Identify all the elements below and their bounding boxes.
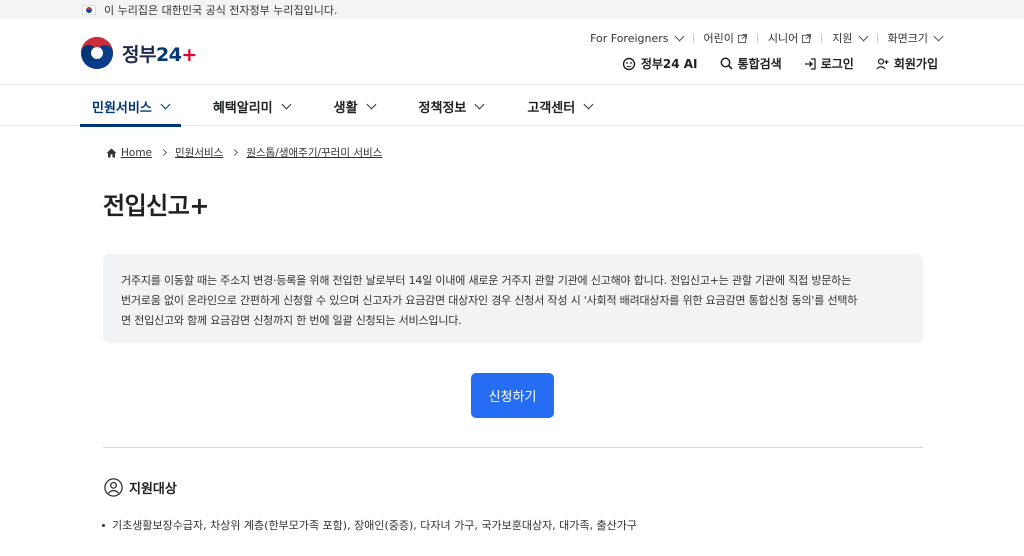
section-title: 지원대상	[129, 482, 177, 497]
breadcrumb-home[interactable]: Home	[121, 147, 152, 159]
utility-top-menu: For Foreigners 어린이 시니어 지원 화면크기	[590, 30, 944, 46]
site-logo[interactable]: 정부24+	[80, 36, 197, 70]
user-add-icon	[876, 57, 889, 69]
chevron-down-icon	[674, 31, 684, 41]
taegeuk-logo-icon	[80, 36, 114, 70]
util-children[interactable]: 어린이	[704, 30, 747, 46]
util-support[interactable]: 지원	[832, 30, 868, 46]
gov-banner-text: 이 누리집은 대한민국 공식 전자정부 누리집입니다.	[104, 3, 338, 17]
chevron-right-icon	[159, 148, 168, 157]
chevron-down-icon	[474, 99, 485, 109]
gov-banner: 이 누리집은 대한민국 공식 전자정부 누리집입니다.	[0, 0, 1024, 19]
external-link-icon	[737, 33, 747, 43]
signup-button[interactable]: 회원가입	[876, 55, 938, 72]
nav-benefit-alert[interactable]: 혜택알리미	[201, 86, 302, 126]
logo-plus: +	[181, 43, 197, 66]
section-heading-eligibility: 지원대상	[104, 478, 177, 497]
apply-button[interactable]: 신청하기	[471, 373, 554, 418]
ai-icon	[622, 57, 636, 70]
home-icon	[106, 148, 117, 157]
chevron-down-icon	[366, 99, 376, 109]
description-line: 번거로움 없이 온라인으로 간편하게 신청할 수 있으며 신고자가 요금감면 대…	[121, 294, 858, 307]
nav-life[interactable]: 생활	[322, 86, 387, 126]
bullet-icon	[102, 523, 105, 527]
login-icon	[804, 57, 816, 70]
logo-number: 24	[155, 43, 182, 66]
chevron-down-icon	[933, 31, 944, 41]
breadcrumb: Home 민원서비스 원스톱/생애주기/꾸러미 서비스	[106, 145, 382, 160]
chevron-down-icon	[583, 99, 594, 109]
divider	[876, 33, 878, 43]
breadcrumb-onestop[interactable]: 원스톱/생애주기/꾸러미 서비스	[246, 145, 382, 160]
header: 정부24+ For Foreigners 어린이 시니어 지원 화면크기 정부2…	[0, 19, 1024, 85]
chevron-down-icon	[858, 31, 868, 41]
description-line: 면 전입신고와 함께 요금감면 신청까지 한 번에 일괄 신청되는 서비스입니다…	[121, 314, 462, 327]
service-description: 거주지를 이동할 때는 주소지 변경·등록을 위해 전입한 날로부터 14일 이…	[103, 254, 923, 343]
util-senior[interactable]: 시니어	[768, 30, 812, 46]
person-circle-icon	[104, 478, 123, 497]
external-link-icon	[802, 33, 812, 43]
list-item: 기초생활보장수급자, 차상위 계층(한부모가족 포함), 장애인(중증), 다자…	[102, 517, 637, 533]
main-navigation: 민원서비스 혜택알리미 생활 정책정보 고객센터	[0, 86, 1024, 127]
nav-customer-center[interactable]: 고객센터	[515, 86, 604, 126]
logo-name: 정부	[122, 43, 156, 66]
description-line: 거주지를 이동할 때는 주소지 변경·등록을 위해 전입한 날로부터 14일 이…	[121, 274, 852, 287]
breadcrumb-civil-service[interactable]: 민원서비스	[175, 145, 223, 160]
integrated-search-button[interactable]: 통합검색	[720, 55, 782, 72]
page-title: 전입신고+	[103, 192, 209, 220]
chevron-right-icon	[231, 148, 239, 157]
chevron-down-icon	[281, 99, 292, 109]
nav-civil-service[interactable]: 민원서비스	[80, 86, 181, 127]
divider	[692, 33, 694, 43]
section-divider	[103, 447, 923, 448]
login-button[interactable]: 로그인	[804, 55, 854, 72]
util-for-foreigners[interactable]: For Foreigners	[590, 31, 684, 45]
divider	[756, 33, 758, 43]
chevron-down-icon	[160, 99, 171, 109]
nav-policy-info[interactable]: 정책정보	[407, 86, 496, 126]
korea-flag-icon	[82, 4, 96, 15]
util-screen-size[interactable]: 화면크기	[888, 30, 944, 46]
divider	[821, 33, 823, 43]
utility-bottom-menu: 정부24 AI 통합검색 로그인 회원가입	[622, 55, 938, 72]
gov24-ai-button[interactable]: 정부24 AI	[622, 55, 698, 72]
search-icon	[720, 57, 733, 70]
